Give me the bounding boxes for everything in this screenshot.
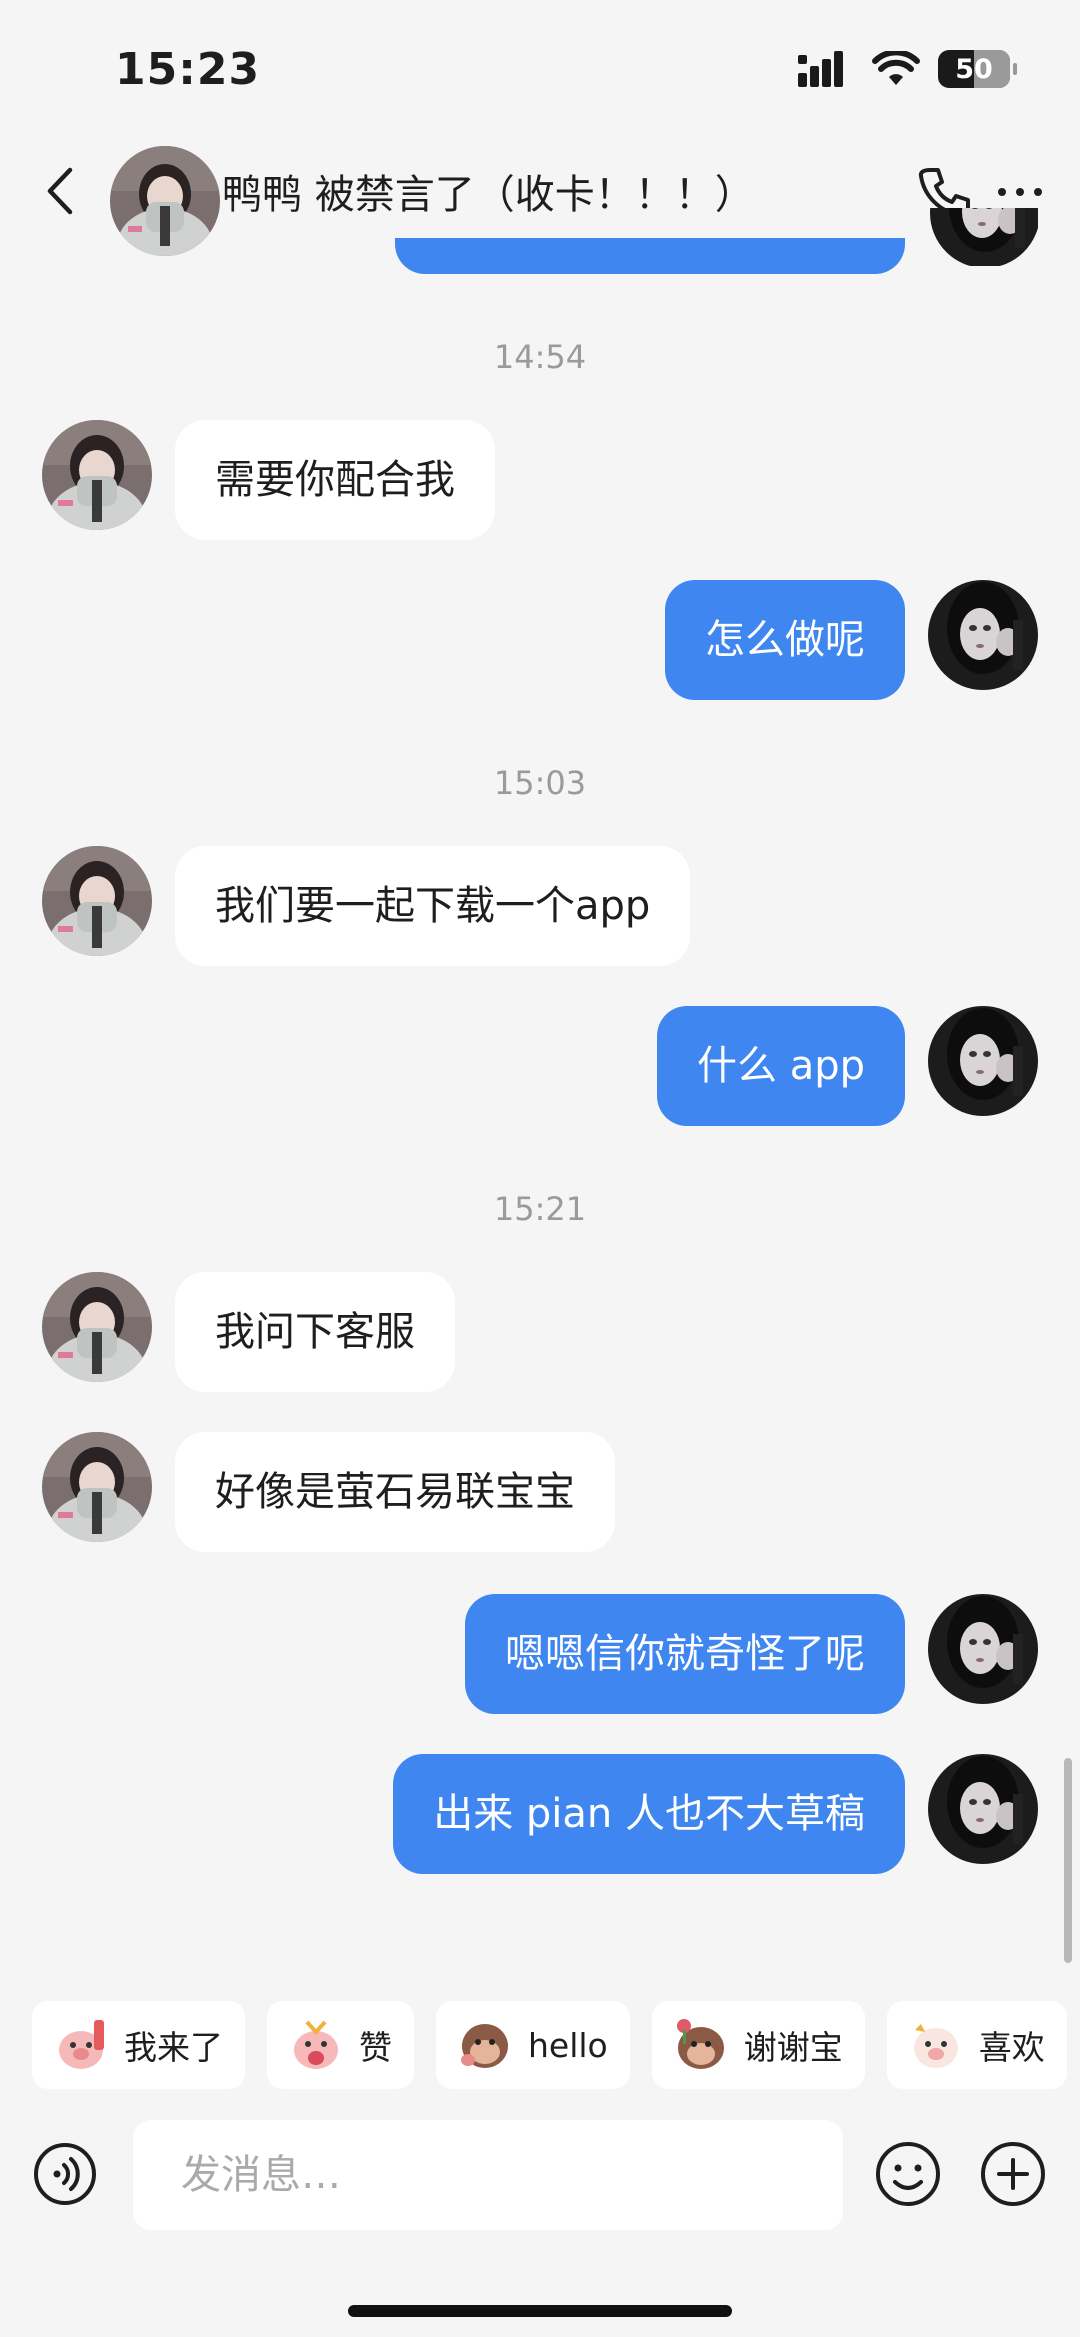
message-row-outgoing: 什么 app — [0, 1006, 1080, 1126]
quick-reply-label: 赞 — [359, 2028, 392, 2067]
message-bubble-outgoing[interactable]: 嗯嗯信你就奇怪了呢 — [465, 1594, 905, 1714]
contact-avatar-image — [42, 1272, 152, 1382]
composer-panel: 我来了 赞 hello 谢谢宝 喜欢 发消息… — [0, 1975, 1080, 2337]
quick-reply-row: 我来了 赞 hello 谢谢宝 喜欢 — [32, 2001, 1067, 2089]
voice-input-icon[interactable] — [33, 2142, 97, 2206]
battery-level: 50 — [955, 53, 993, 85]
message-row-incoming: 好像是萤石易联宝宝 — [0, 1432, 1080, 1552]
battery-indicator: 50 — [938, 50, 1017, 88]
message-row-outgoing: 嗯嗯信你就奇怪了呢 — [0, 1594, 1080, 1714]
message-row-incoming: 需要你配合我 — [0, 420, 1080, 540]
status-icons: 50 — [798, 50, 1017, 88]
contact-avatar[interactable] — [42, 846, 152, 956]
message-bubble-outgoing[interactable]: 出来 pian 人也不大草稿 — [393, 1754, 905, 1874]
timestamp: 15:21 — [493, 1190, 587, 1228]
composer-row — [0, 2120, 1080, 2230]
message-bubble-incoming[interactable]: 需要你配合我 — [175, 420, 495, 540]
quick-reply-label: hello — [528, 2025, 608, 2065]
quick-reply-chip[interactable]: hello — [436, 2001, 630, 2089]
my-avatar[interactable] — [928, 1754, 1038, 1864]
message-bubble-outgoing[interactable]: 什么 app — [656, 1006, 905, 1126]
contact-avatar[interactable] — [42, 420, 152, 530]
pig-sticker-icon — [59, 2020, 104, 2069]
pig-sticker-icon — [913, 2024, 958, 2068]
contact-avatar[interactable] — [42, 1432, 152, 1542]
timestamp: 14:54 — [493, 338, 587, 376]
my-avatar[interactable] — [928, 1594, 1038, 1704]
quick-reply-label: 喜欢 — [978, 2028, 1045, 2067]
message-bubble-incoming[interactable]: 我们要一起下载一个app — [175, 846, 691, 966]
message-input[interactable] — [133, 2120, 843, 2230]
message-bubble-incoming[interactable]: 我问下客服 — [175, 1272, 455, 1392]
contact-avatar-image — [42, 420, 152, 530]
monkey-sticker-icon — [676, 2019, 724, 2069]
my-avatar[interactable] — [928, 580, 1038, 690]
home-indicator — [348, 2305, 732, 2317]
chat-header: 鸭鸭 被禁言了（收卡！！！） — [0, 140, 1080, 256]
message-bubble-outgoing[interactable]: 怎么做呢 — [665, 580, 905, 700]
back-arrow-icon[interactable] — [42, 166, 82, 216]
chat-scrollbar[interactable] — [1064, 1758, 1072, 1963]
my-avatar-image — [930, 208, 1038, 266]
emoji-icon[interactable] — [874, 2140, 942, 2208]
message-row-incoming: 我问下客服 — [0, 1272, 1080, 1392]
wifi-icon — [872, 51, 920, 85]
status-time: 15:23 — [115, 44, 261, 95]
quick-reply-chip[interactable]: 喜欢 — [886, 2001, 1067, 2089]
my-avatar-image — [928, 1006, 1038, 1116]
pig-sticker-icon — [294, 2020, 338, 2069]
cellular-signal-icon — [798, 51, 843, 87]
quick-reply-label: 我来了 — [124, 2028, 223, 2067]
contact-avatar[interactable] — [42, 1272, 152, 1382]
plus-icon[interactable] — [979, 2140, 1047, 2208]
my-avatar-image — [928, 1594, 1038, 1704]
message-row-outgoing: 怎么做呢 — [0, 580, 1080, 700]
contact-avatar-image — [110, 146, 220, 256]
contact-avatar[interactable] — [110, 146, 220, 256]
my-avatar-image — [928, 580, 1038, 690]
contact-avatar-image — [42, 846, 152, 956]
my-avatar — [930, 208, 1038, 266]
contact-avatar-image — [42, 1432, 152, 1542]
contact-name[interactable]: 鸭鸭 被禁言了（收卡！！！） — [222, 162, 755, 220]
quick-reply-chip[interactable]: 赞 — [267, 2001, 414, 2089]
message-bubble-incoming[interactable]: 好像是萤石易联宝宝 — [175, 1432, 615, 1552]
message-row-outgoing: 出来 pian 人也不大草稿 — [0, 1754, 1080, 1874]
my-avatar[interactable] — [928, 1006, 1038, 1116]
message-row-incoming: 我们要一起下载一个app — [0, 846, 1080, 966]
partial-message-bubble[interactable] — [395, 238, 905, 274]
quick-reply-chip[interactable]: 我来了 — [32, 2001, 245, 2089]
timestamp: 15:03 — [493, 764, 587, 802]
quick-reply-chip[interactable]: 谢谢宝 — [651, 2001, 865, 2089]
monkey-sticker-icon — [461, 2024, 508, 2068]
quick-reply-label: 谢谢宝 — [743, 2028, 843, 2067]
my-avatar-image — [928, 1754, 1038, 1864]
